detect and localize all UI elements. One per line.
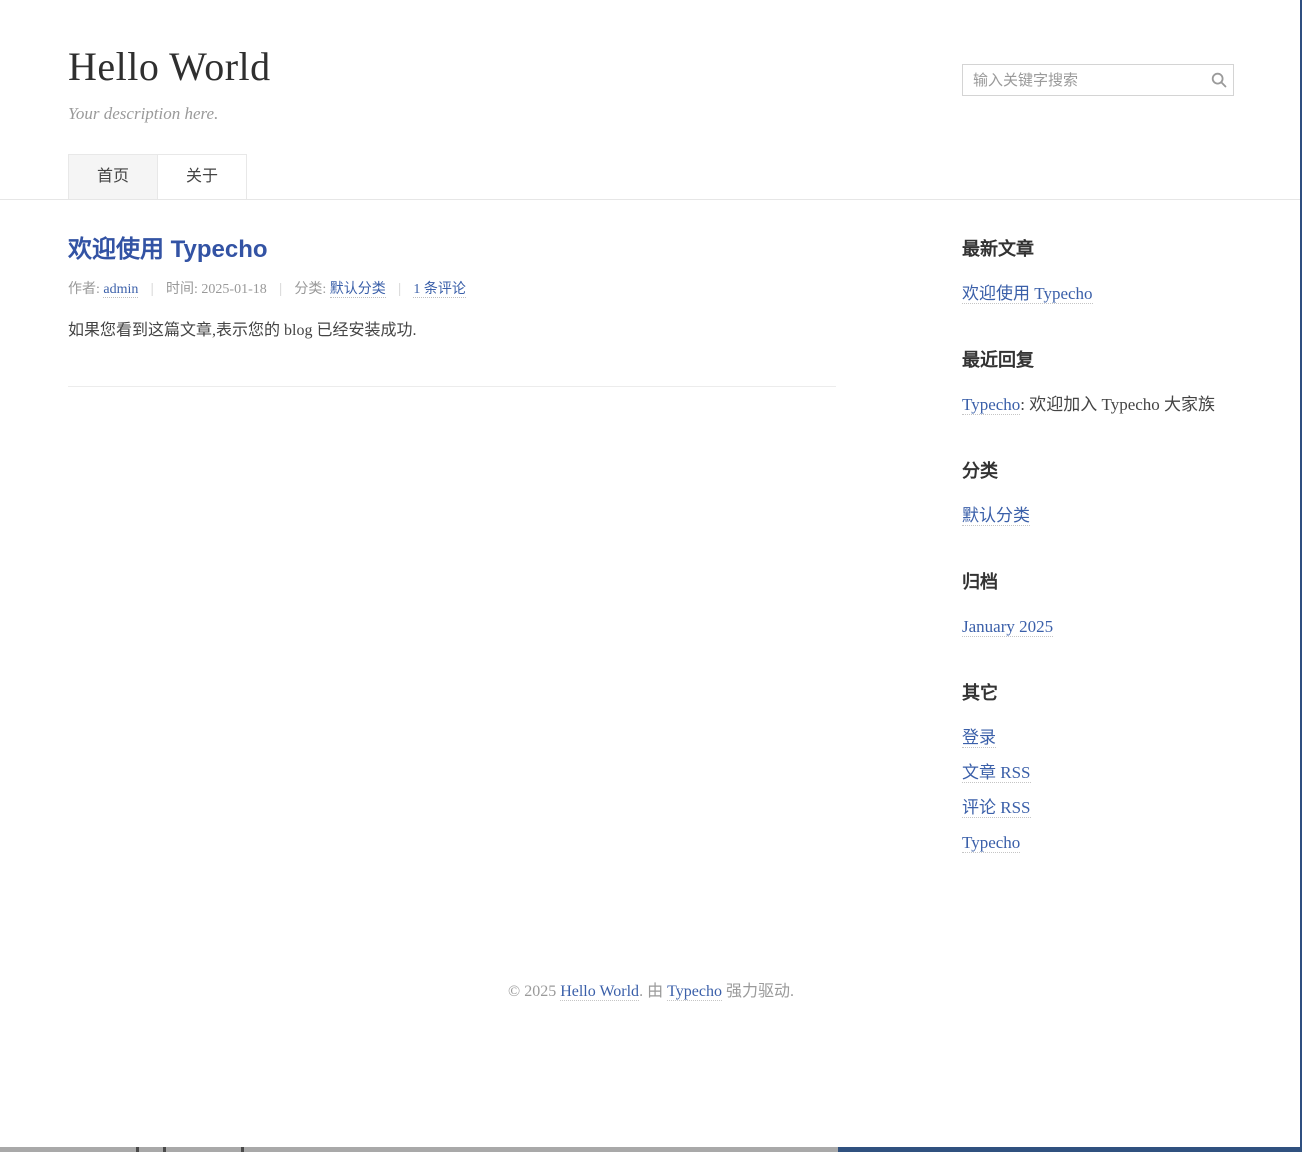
category-label: 分类: <box>294 282 329 297</box>
list-item: 默认分类 <box>962 506 1234 526</box>
post-body: 如果您看到这篇文章,表示您的 blog 已经安装成功. <box>68 322 836 340</box>
sidebar-heading: 最新文章 <box>962 238 1234 260</box>
post-divider <box>68 386 836 387</box>
typecho-link[interactable]: Typecho <box>962 833 1020 853</box>
meta-separator: | <box>150 280 154 296</box>
comment-rss-link[interactable]: 评论 RSS <box>962 798 1031 818</box>
author-link[interactable]: admin <box>103 282 138 298</box>
post-title: 欢迎使用 Typecho <box>68 238 836 262</box>
comments-link[interactable]: 1 条评论 <box>413 282 466 298</box>
post: 欢迎使用 Typecho 作者: admin | 时间: 2025-01-18 | 分类… <box>68 238 836 387</box>
list-item: Typecho <box>962 833 1234 853</box>
site-title[interactable]: Hello World <box>68 44 271 90</box>
sidebar-heading: 最近回复 <box>962 349 1234 371</box>
sidebar-heading: 其它 <box>962 682 1234 704</box>
footer-middle-text: . 由 <box>639 983 667 1000</box>
login-link[interactable]: 登录 <box>962 728 996 748</box>
comment-excerpt: : 欢迎加入 Typecho 大家族 <box>1020 395 1215 414</box>
nav-tab-home[interactable]: 首页 <box>68 154 158 199</box>
sidebar: 最新文章 欢迎使用 Typecho 最近回复 Typecho: 欢迎加入 Typ… <box>962 238 1234 898</box>
site-description: Your description here. <box>68 104 1234 124</box>
taskbar-icon-tick <box>136 1147 139 1152</box>
post-list: 欢迎使用 Typecho 作者: admin | 时间: 2025-01-18 | 分类… <box>68 238 836 898</box>
meta-separator: | <box>279 280 283 296</box>
site-header: Hello World Your description here. 首页 关于 <box>0 0 1302 200</box>
list-item: 评论 RSS <box>962 798 1234 818</box>
post-title-link[interactable]: 欢迎使用 Typecho <box>68 236 268 263</box>
meta-separator: | <box>398 280 402 296</box>
sidebar-section-recent-comments: 最近回复 Typecho: 欢迎加入 Typecho 大家族 <box>962 349 1234 415</box>
sidebar-heading: 分类 <box>962 460 1234 482</box>
sidebar-section-archives: 归档 January 2025 <box>962 571 1234 637</box>
post-rss-link[interactable]: 文章 RSS <box>962 763 1031 783</box>
category-sidebar-link[interactable]: 默认分类 <box>962 506 1030 526</box>
post-meta: 作者: admin | 时间: 2025-01-18 | 分类: 默认分类 | 1 条评论 <box>68 280 836 298</box>
browser-viewport: Hello World Your description here. 首页 关于 <box>0 0 1302 1002</box>
author-label: 作者: <box>68 282 103 297</box>
list-item: 登录 <box>962 728 1234 748</box>
search-icon[interactable] <box>1205 71 1233 89</box>
comment-author-link[interactable]: Typecho <box>962 395 1020 415</box>
taskbar-sliver <box>0 1147 1302 1152</box>
post-date: 2025-01-18 <box>201 282 266 297</box>
main-nav: 首页 关于 <box>0 154 1302 200</box>
list-item: 欢迎使用 Typecho <box>962 284 1234 304</box>
taskbar-left-segment <box>0 1147 838 1152</box>
list-item: Typecho: 欢迎加入 Typecho 大家族 <box>962 395 1234 415</box>
archive-link[interactable]: January 2025 <box>962 617 1053 637</box>
taskbar-right-segment <box>838 1147 1302 1152</box>
nav-tab-about[interactable]: 关于 <box>158 154 247 199</box>
sidebar-section-categories: 分类 默认分类 <box>962 460 1234 526</box>
copyright-text: © 2025 <box>508 983 560 1000</box>
footer-typecho-link[interactable]: Typecho <box>667 983 722 1001</box>
footer-site-link[interactable]: Hello World <box>560 983 639 1001</box>
search-input[interactable] <box>963 65 1205 95</box>
footer-suffix-text: 强力驱动. <box>722 983 794 1000</box>
taskbar-icon-tick <box>241 1147 244 1152</box>
time-label: 时间: <box>166 282 201 297</box>
content-area: 欢迎使用 Typecho 作者: admin | 时间: 2025-01-18 | 分类… <box>68 200 1234 898</box>
search-box <box>962 64 1234 96</box>
site-footer: © 2025 Hello World. 由 Typecho 强力驱动. <box>0 982 1302 1002</box>
sidebar-heading: 归档 <box>962 571 1234 593</box>
category-link[interactable]: 默认分类 <box>330 282 386 298</box>
list-item: January 2025 <box>962 617 1234 637</box>
list-item: 文章 RSS <box>962 763 1234 783</box>
sidebar-section-recent-posts: 最新文章 欢迎使用 Typecho <box>962 238 1234 304</box>
taskbar-icon-tick <box>163 1147 166 1152</box>
sidebar-section-misc: 其它 登录 文章 RSS 评论 RSS Typecho <box>962 682 1234 853</box>
recent-post-link[interactable]: 欢迎使用 Typecho <box>962 284 1093 304</box>
